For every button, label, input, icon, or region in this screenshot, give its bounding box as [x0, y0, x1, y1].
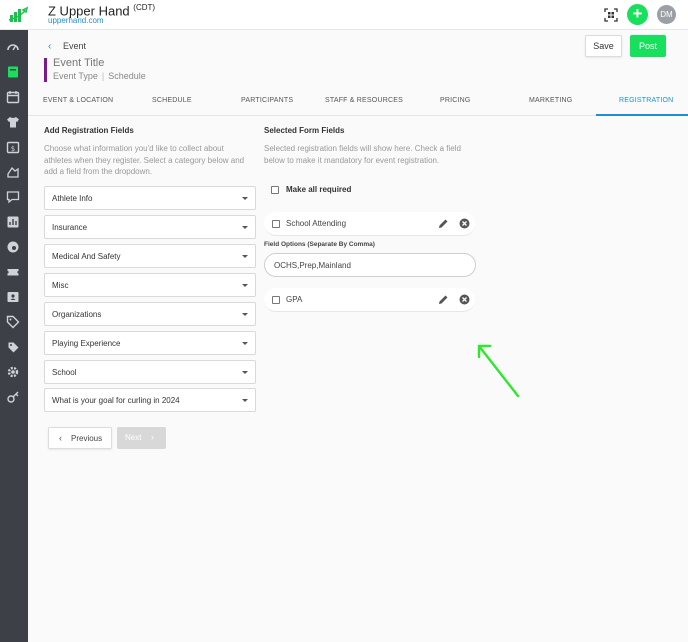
quick-add-button[interactable]: +: [627, 4, 648, 25]
tab-staff-resources[interactable]: STAFF & RESOURCES: [325, 97, 403, 104]
caret-down-icon: [242, 399, 248, 402]
business-website-link[interactable]: upperhand.com: [48, 16, 104, 25]
event-schedule-label: Schedule: [108, 71, 146, 81]
make-all-required-checkbox[interactable]: [271, 186, 279, 194]
dropdown-label: Organizations: [52, 310, 102, 319]
caret-down-icon: [242, 313, 248, 316]
add-fields-heading: Add Registration Fields: [44, 126, 134, 135]
required-checkbox[interactable]: [272, 296, 280, 304]
book-icon[interactable]: [6, 65, 20, 79]
dropdown-label: Misc: [52, 281, 69, 290]
chevron-right-icon: ›: [151, 432, 154, 442]
dropdown-label: Playing Experience: [52, 339, 121, 348]
dropdown-playing-experience[interactable]: Playing Experience: [44, 331, 256, 355]
description-line: Selected registration fields will show h…: [264, 144, 461, 153]
make-all-required-label: Make all required: [286, 185, 352, 194]
event-title: Event Title: [53, 57, 105, 69]
active-tab-indicator: [596, 114, 688, 116]
next-label: Next: [125, 433, 142, 442]
qr-scan-icon[interactable]: [604, 8, 618, 22]
remove-circle-icon[interactable]: [459, 294, 470, 305]
tab-pricing[interactable]: PRICING: [440, 97, 471, 104]
caret-down-icon: [242, 342, 248, 345]
post-button[interactable]: Post: [630, 35, 666, 57]
tag-icon[interactable]: [6, 315, 20, 329]
tab-participants[interactable]: PARTICIPANTS: [241, 97, 293, 104]
description-line: Choose what information you'd like to co…: [44, 144, 224, 153]
selected-fields-heading: Selected Form Fields: [264, 126, 345, 135]
description-line: below to make it mandatory for event reg…: [264, 155, 440, 165]
caret-down-icon: [242, 197, 248, 200]
event-subtitle: Event Type | Schedule: [53, 71, 146, 81]
pencil-edit-icon[interactable]: [438, 294, 449, 305]
dropdown-organizations[interactable]: Organizations: [44, 302, 256, 326]
shirt-icon[interactable]: [6, 115, 20, 129]
required-checkbox[interactable]: [272, 220, 280, 228]
description-line: add a field from the dropdown.: [44, 167, 153, 176]
dropdown-school[interactable]: School: [44, 360, 256, 384]
chat-icon[interactable]: [6, 190, 20, 204]
dropdown-athlete-info[interactable]: Athlete Info: [44, 186, 256, 210]
id-card-icon[interactable]: [6, 290, 20, 304]
tab-schedule[interactable]: SCHEDULE: [152, 97, 192, 104]
dropdown-insurance[interactable]: Insurance: [44, 215, 256, 239]
divider: |: [101, 71, 105, 81]
dropdown-misc[interactable]: Misc: [44, 273, 256, 297]
add-fields-description: Choose what information you'd like to co…: [44, 143, 244, 178]
event-tabs: EVENT & LOCATION SCHEDULE PARTICIPANTS S…: [28, 92, 688, 116]
dropdown-label: Insurance: [52, 223, 88, 232]
main-content: ‹ Event Event Title Event Type | Schedule …: [28, 30, 688, 642]
calendar-dollar-icon[interactable]: $: [6, 140, 20, 154]
caret-down-icon: [242, 371, 248, 374]
previous-button[interactable]: ‹ Previous: [48, 427, 112, 449]
field-name: School Attending: [286, 219, 347, 228]
dropdown-medical-safety[interactable]: Medical And Safety: [44, 244, 256, 268]
tags-icon[interactable]: [6, 340, 20, 354]
event-color-bar: [44, 58, 47, 82]
save-button[interactable]: Save: [585, 35, 622, 57]
caret-down-icon: [242, 255, 248, 258]
dropdown-label: Medical And Safety: [52, 252, 121, 261]
back-to-event-link[interactable]: Event: [63, 41, 86, 51]
top-header: Z Upper Hand (CDT) upperhand.com + DM: [0, 0, 688, 30]
palette-icon[interactable]: [6, 240, 20, 254]
dashboard-icon[interactable]: [6, 40, 20, 54]
chevron-left-icon: ‹: [59, 433, 62, 443]
tab-event-location[interactable]: EVENT & LOCATION: [43, 97, 113, 104]
dropdown-label: School: [52, 368, 77, 377]
chart-icon[interactable]: [6, 215, 20, 229]
dropdown-label: What is your goal for curling in 2024: [52, 396, 180, 405]
green-annotation-arrow: [477, 344, 520, 398]
caret-down-icon: [242, 226, 248, 229]
next-button[interactable]: Next ›: [117, 427, 166, 449]
previous-label: Previous: [71, 434, 103, 443]
selected-field-row: School Attending: [264, 212, 475, 236]
gear-icon[interactable]: [6, 365, 20, 379]
pencil-edit-icon[interactable]: [438, 218, 449, 229]
dropdown-curling-goal[interactable]: What is your goal for curling in 2024: [44, 388, 256, 412]
timezone-label: (CDT): [133, 3, 156, 12]
user-avatar[interactable]: DM: [657, 5, 676, 24]
tab-marketing[interactable]: MARKETING: [529, 97, 572, 104]
field-options-input[interactable]: [264, 253, 476, 277]
remove-circle-icon[interactable]: [459, 218, 470, 229]
event-type-label: Event Type: [53, 71, 98, 81]
caret-down-icon: [242, 284, 248, 287]
selected-fields-description: Selected registration fields will show h…: [264, 143, 461, 166]
svg-text:$: $: [11, 145, 15, 153]
dropdown-label: Athlete Info: [52, 194, 93, 203]
ticket-icon[interactable]: [6, 265, 20, 279]
tab-registration[interactable]: REGISTRATION: [619, 97, 673, 104]
sidebar-nav: $: [0, 30, 28, 642]
field-name: GPA: [286, 295, 303, 304]
bill-icon[interactable]: [6, 165, 20, 179]
selected-field-row: GPA: [264, 288, 475, 312]
key-icon[interactable]: [6, 390, 20, 404]
description-line: athletes when they register. Select a ca…: [44, 155, 245, 165]
upper-hand-logo-icon[interactable]: [8, 6, 28, 24]
calendar-icon[interactable]: [6, 90, 20, 104]
chevron-left-icon[interactable]: ‹: [48, 41, 51, 52]
field-options-label: Field Options (Separate By Comma): [264, 241, 375, 248]
